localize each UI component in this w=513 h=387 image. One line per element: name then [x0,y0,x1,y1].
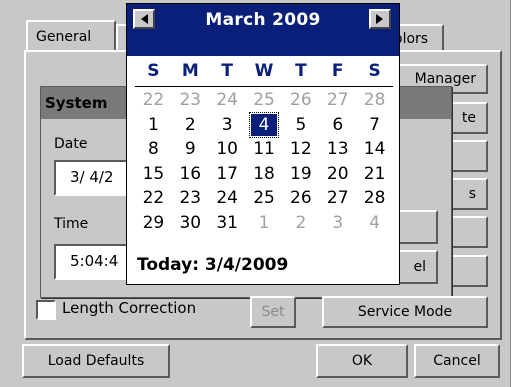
calendar-day[interactable]: 20 [319,163,356,185]
calendar-day[interactable]: 25 [246,89,283,111]
calendar-day[interactable]: 28 [356,89,393,111]
calendar-week-row: 29 30 31 1 2 3 4 [135,211,393,236]
calendar-day[interactable]: 31 [209,212,246,234]
calendar-day[interactable]: 24 [209,187,246,209]
calendar-day[interactable]: 7 [356,114,393,136]
set-button[interactable]: Set [250,296,296,328]
load-defaults-label: Load Defaults [47,353,145,369]
calendar-day[interactable]: 22 [135,89,172,111]
system-dialog-title: System [45,94,108,112]
calendar-day[interactable]: 30 [172,212,209,234]
calendar-day[interactable]: 8 [135,138,172,160]
tab-general-label: General [36,29,92,45]
calendar-day[interactable]: 14 [356,138,393,160]
s-button-label: s [468,186,476,202]
calendar-day[interactable]: 1 [135,114,172,136]
te-button-label: te [461,110,476,126]
calendar-day[interactable]: 25 [246,187,283,209]
calendar-day[interactable]: 22 [135,187,172,209]
time-label: Time [54,216,89,232]
calendar-day[interactable]: 4 [249,111,279,138]
calendar-day[interactable]: 18 [246,163,283,185]
load-defaults-button[interactable]: Load Defaults [22,344,170,378]
calendar-day[interactable]: 29 [135,212,172,234]
time-field-value: 5:04:4 [70,252,119,270]
weekday-divider [135,86,393,87]
calendar-day[interactable]: 5 [282,114,319,136]
calendar-month-title: March 2009 [205,10,321,30]
left-arrow-icon [141,14,148,24]
calendar-week-row: 15 16 17 18 19 20 21 [135,162,393,187]
calendar-day[interactable]: 23 [172,187,209,209]
calendar-day[interactable]: 2 [282,212,319,234]
weekday-label: S [368,61,381,81]
manager-button-label: Manager [414,71,476,87]
weekday-label: M [181,61,199,81]
calendar-day[interactable]: 2 [172,114,209,136]
tab-general[interactable]: General [26,20,116,52]
ok-label: OK [351,353,373,369]
length-correction-checkbox[interactable] [36,300,56,320]
calendar-day[interactable]: 27 [319,187,356,209]
ok-button[interactable]: OK [316,344,408,378]
set-button-label: Set [261,304,285,320]
date-field-value: 3/ 4/2 [70,168,114,186]
calendar-day[interactable]: 4 [356,212,393,234]
calendar-week-row: 1234567 [135,111,393,138]
weekday-label: T [221,61,233,81]
weekday-header: S M T W T F S [135,61,393,83]
calendar-day[interactable]: 19 [282,163,319,185]
weekday-label: S [147,61,160,81]
calendar-day[interactable]: 6 [319,114,356,136]
calendar-day[interactable]: 9 [172,138,209,160]
calendar-day[interactable]: 15 [135,163,172,185]
calendar-day[interactable]: 11 [246,138,283,160]
cancel-button[interactable]: Cancel [414,344,500,378]
calendar-day[interactable]: 21 [356,163,393,185]
weekday-label: T [295,61,307,81]
today-link[interactable]: Today: 3/4/2009 [137,255,288,275]
next-month-button[interactable] [369,9,391,29]
calendar-day[interactable]: 16 [172,163,209,185]
calendar-day[interactable]: 13 [319,138,356,160]
calendar-day[interactable]: 26 [282,187,319,209]
cancel-label: Cancel [433,353,481,369]
weekday-label: W [254,61,274,81]
service-mode-label: Service Mode [357,304,453,320]
calendar-popup: March 2009 S M T W T F S 22 23 24 25 26 27 28 1… [126,3,400,285]
calendar-day[interactable]: 10 [209,138,246,160]
weekday-label: F [331,61,344,81]
calendar-day[interactable]: 28 [356,187,393,209]
calendar-week-row: 22 23 24 25 26 27 28 [135,186,393,211]
calendar-day[interactable]: 26 [282,89,319,111]
calendar-day[interactable]: 23 [172,89,209,111]
system-cancel-label: el [413,259,426,275]
calendar-header: March 2009 [127,4,399,56]
prev-month-button[interactable] [133,9,155,29]
calendar-day[interactable]: 27 [319,89,356,111]
calendar-day[interactable]: 12 [282,138,319,160]
calendar-week-row: 22 23 24 25 26 27 28 [135,88,393,113]
service-mode-button[interactable]: Service Mode [322,296,488,328]
right-arrow-icon [376,14,383,24]
calendar-day-grid: 22 23 24 25 26 27 28 1 2 3 4 5 6 7 8 9 10 11 12 13 14 15 16 17 1… [135,88,393,235]
calendar-day[interactable]: 24 [209,89,246,111]
calendar-day[interactable]: 3 [319,212,356,234]
calendar-week-row: 8 9 10 11 12 13 14 [135,137,393,162]
calendar-day[interactable]: 3 [209,114,246,136]
calendar-day[interactable]: 1 [246,212,283,234]
length-correction-label: Length Correction [62,299,197,317]
date-label: Date [54,136,88,152]
calendar-day[interactable]: 17 [209,163,246,185]
